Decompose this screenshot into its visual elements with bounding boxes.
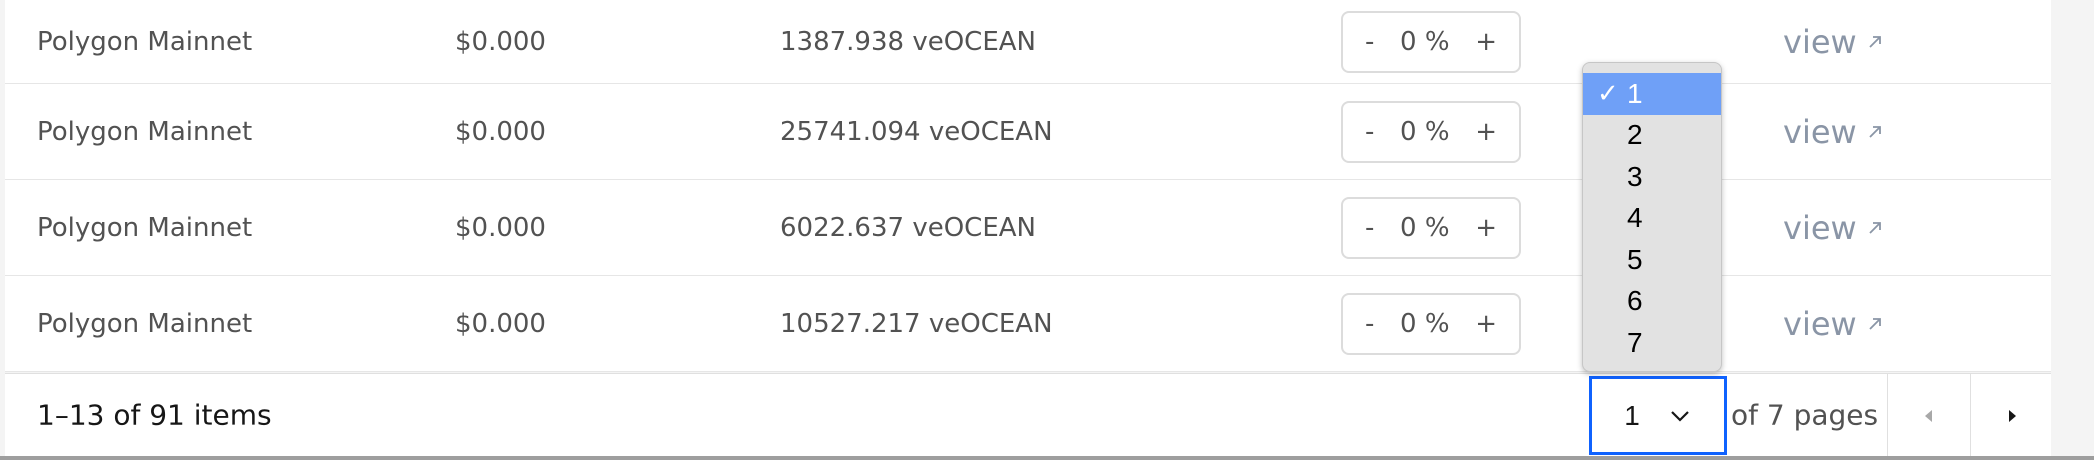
network-cell: Polygon Mainnet — [37, 308, 253, 339]
chevron-down-icon — [1671, 410, 1689, 422]
total-pages-text: of 7 pages — [1731, 398, 1879, 432]
increment-button[interactable]: + — [1475, 309, 1497, 339]
table-row: Polygon Mainnet $0.000 10527.217 veOCEAN… — [5, 276, 2051, 372]
decrement-button[interactable]: - — [1365, 213, 1374, 243]
price-cell: $0.000 — [455, 26, 546, 57]
page-option-label: 5 — [1627, 243, 1643, 275]
view-link[interactable]: view — [1783, 113, 1883, 151]
page-option-label: 2 — [1627, 119, 1643, 151]
external-link-icon — [1869, 125, 1881, 138]
page-option-label: 3 — [1627, 160, 1643, 192]
percent-value[interactable]: 0 % — [1400, 117, 1450, 147]
page-option-1[interactable]: ✓ 1 — [1583, 73, 1721, 115]
page-option-2[interactable]: 2 — [1583, 115, 1721, 157]
allocation-cell: 25741.094 veOCEAN — [780, 116, 1053, 147]
allocation-stepper: - 0 % + — [1341, 10, 1521, 73]
page-option-3[interactable]: 3 — [1583, 156, 1721, 198]
page-option-label: 7 — [1627, 326, 1643, 358]
assets-table: Polygon Mainnet $0.000 1387.938 veOCEAN … — [5, 0, 2051, 372]
allocation-stepper: - 0 % + — [1341, 196, 1521, 259]
price-cell: $0.000 — [455, 116, 546, 147]
price-cell: $0.000 — [455, 212, 546, 243]
view-link-label: view — [1783, 208, 1857, 247]
allocation-stepper: - 0 % + — [1341, 100, 1521, 163]
items-range-text: 1–13 of 91 items — [37, 398, 272, 432]
page-option-label: 1 — [1627, 77, 1643, 109]
view-link[interactable]: view — [1783, 209, 1883, 247]
page-option-6[interactable]: 6 — [1583, 281, 1721, 323]
allocation-stepper: - 0 % + — [1341, 292, 1521, 355]
table-row: Polygon Mainnet $0.000 6022.637 veOCEAN … — [5, 180, 2051, 276]
page-option-5[interactable]: 5 — [1583, 239, 1721, 281]
table-row: Polygon Mainnet $0.000 1387.938 veOCEAN … — [5, 0, 2051, 84]
check-icon: ✓ — [1597, 78, 1619, 109]
page-option-label: 4 — [1627, 202, 1643, 234]
allocation-cell: 10527.217 veOCEAN — [780, 308, 1053, 339]
view-link-label: view — [1783, 22, 1857, 61]
caret-right-icon — [2009, 409, 2016, 422]
page-dropdown-menu: ✓ 1 2 3 4 5 6 7 — [1582, 62, 1722, 372]
view-link[interactable]: view — [1783, 305, 1883, 343]
network-cell: Polygon Mainnet — [37, 212, 253, 243]
external-link-icon — [1869, 35, 1881, 48]
view-link-label: view — [1783, 112, 1857, 151]
assets-panel: Polygon Mainnet $0.000 1387.938 veOCEAN … — [0, 0, 2094, 457]
percent-value[interactable]: 0 % — [1400, 213, 1450, 243]
network-cell: Polygon Mainnet — [37, 26, 253, 57]
price-cell: $0.000 — [455, 308, 546, 339]
allocation-cell: 6022.637 veOCEAN — [780, 212, 1036, 243]
caret-left-icon — [1925, 409, 1932, 422]
page-select-value: 1 — [1624, 399, 1640, 431]
view-link-label: view — [1783, 304, 1857, 343]
increment-button[interactable]: + — [1475, 213, 1497, 243]
increment-button[interactable]: + — [1475, 117, 1497, 147]
external-link-icon — [1869, 221, 1881, 234]
decrement-button[interactable]: - — [1365, 27, 1374, 57]
increment-button[interactable]: + — [1475, 27, 1497, 57]
decrement-button[interactable]: - — [1365, 117, 1374, 147]
page-option-label: 6 — [1627, 285, 1643, 317]
page-option-7[interactable]: 7 — [1583, 322, 1721, 364]
table-row: Polygon Mainnet $0.000 25741.094 veOCEAN… — [5, 84, 2051, 180]
window-bottom-edge — [0, 456, 2094, 460]
prev-page-button[interactable] — [1888, 374, 1970, 457]
next-page-button[interactable] — [1971, 374, 2053, 457]
view-link[interactable]: view — [1783, 23, 1883, 61]
page-option-4[interactable]: 4 — [1583, 198, 1721, 240]
pagination-bar: 1–13 of 91 items 1 of 7 pages — [5, 373, 2053, 457]
percent-value[interactable]: 0 % — [1400, 27, 1450, 57]
percent-value[interactable]: 0 % — [1400, 309, 1450, 339]
external-link-icon — [1869, 317, 1881, 330]
allocation-cell: 1387.938 veOCEAN — [780, 26, 1036, 57]
page-select[interactable]: 1 — [1589, 376, 1727, 455]
decrement-button[interactable]: - — [1365, 309, 1374, 339]
network-cell: Polygon Mainnet — [37, 116, 253, 147]
